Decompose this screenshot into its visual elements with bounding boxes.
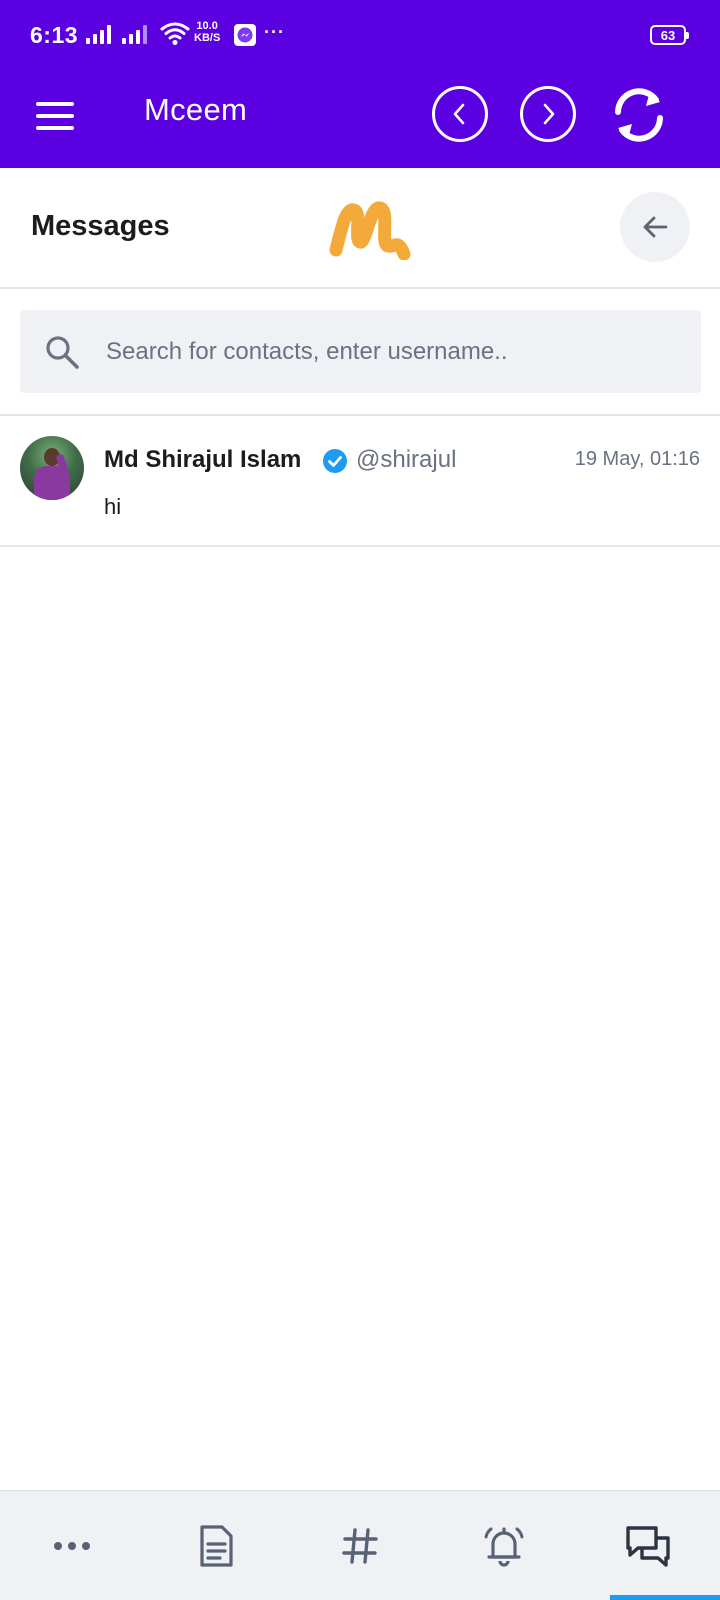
search-icon bbox=[46, 336, 79, 369]
conversation-name: Md Shirajul Islam bbox=[104, 446, 302, 473]
conversation-handle: @shirajul bbox=[356, 446, 457, 473]
nav-more[interactable] bbox=[0, 1491, 144, 1600]
more-icon bbox=[54, 1542, 90, 1550]
mceem-logo bbox=[329, 201, 411, 260]
forward-nav-button[interactable] bbox=[520, 86, 576, 142]
refresh-button[interactable] bbox=[606, 82, 672, 148]
status-time: 6:13 bbox=[30, 22, 79, 48]
signal-icon-2 bbox=[122, 24, 147, 44]
wifi-icon bbox=[160, 22, 190, 45]
messages-header: Messages bbox=[0, 168, 720, 289]
page-title: Messages bbox=[31, 210, 170, 242]
signal-icon bbox=[86, 24, 111, 44]
messenger-icon bbox=[234, 24, 256, 46]
nav-posts[interactable] bbox=[144, 1491, 288, 1600]
menu-button[interactable] bbox=[36, 96, 76, 136]
search-bar bbox=[20, 310, 701, 393]
conversation-item[interactable]: Md Shirajul Islam @shirajul 19 May, 01:1… bbox=[0, 416, 720, 547]
network-speed: 10.0 KB/S bbox=[194, 20, 221, 44]
nav-hashtags[interactable] bbox=[288, 1491, 432, 1600]
document-icon bbox=[200, 1525, 233, 1567]
conversation-time: 19 May, 01:16 bbox=[574, 448, 700, 470]
status-bar: 6:13 10.0 KB/S ··· 63 bbox=[0, 0, 720, 70]
chat-icon bbox=[626, 1526, 670, 1567]
app-bar: Mceem bbox=[0, 70, 720, 168]
chevron-left-icon bbox=[453, 103, 465, 125]
nav-notifications[interactable] bbox=[432, 1491, 576, 1600]
conversation-last-message: hi bbox=[104, 494, 122, 519]
verified-badge-icon bbox=[323, 449, 347, 473]
status-overflow-icon: ··· bbox=[264, 22, 285, 42]
back-nav-button[interactable] bbox=[432, 86, 488, 142]
bottom-nav bbox=[0, 1490, 720, 1600]
hashtag-icon bbox=[342, 1528, 378, 1564]
back-button[interactable] bbox=[620, 192, 690, 262]
search-input[interactable] bbox=[106, 310, 686, 393]
menu-icon bbox=[36, 102, 74, 106]
active-tab-indicator bbox=[610, 1595, 720, 1600]
bell-icon bbox=[484, 1527, 524, 1567]
battery-icon: 63 bbox=[650, 25, 689, 45]
chevron-right-icon bbox=[543, 103, 555, 125]
nav-messages[interactable] bbox=[576, 1491, 720, 1600]
avatar bbox=[20, 436, 84, 500]
app-title: Mceem bbox=[144, 92, 248, 127]
arrow-left-icon bbox=[643, 216, 668, 238]
